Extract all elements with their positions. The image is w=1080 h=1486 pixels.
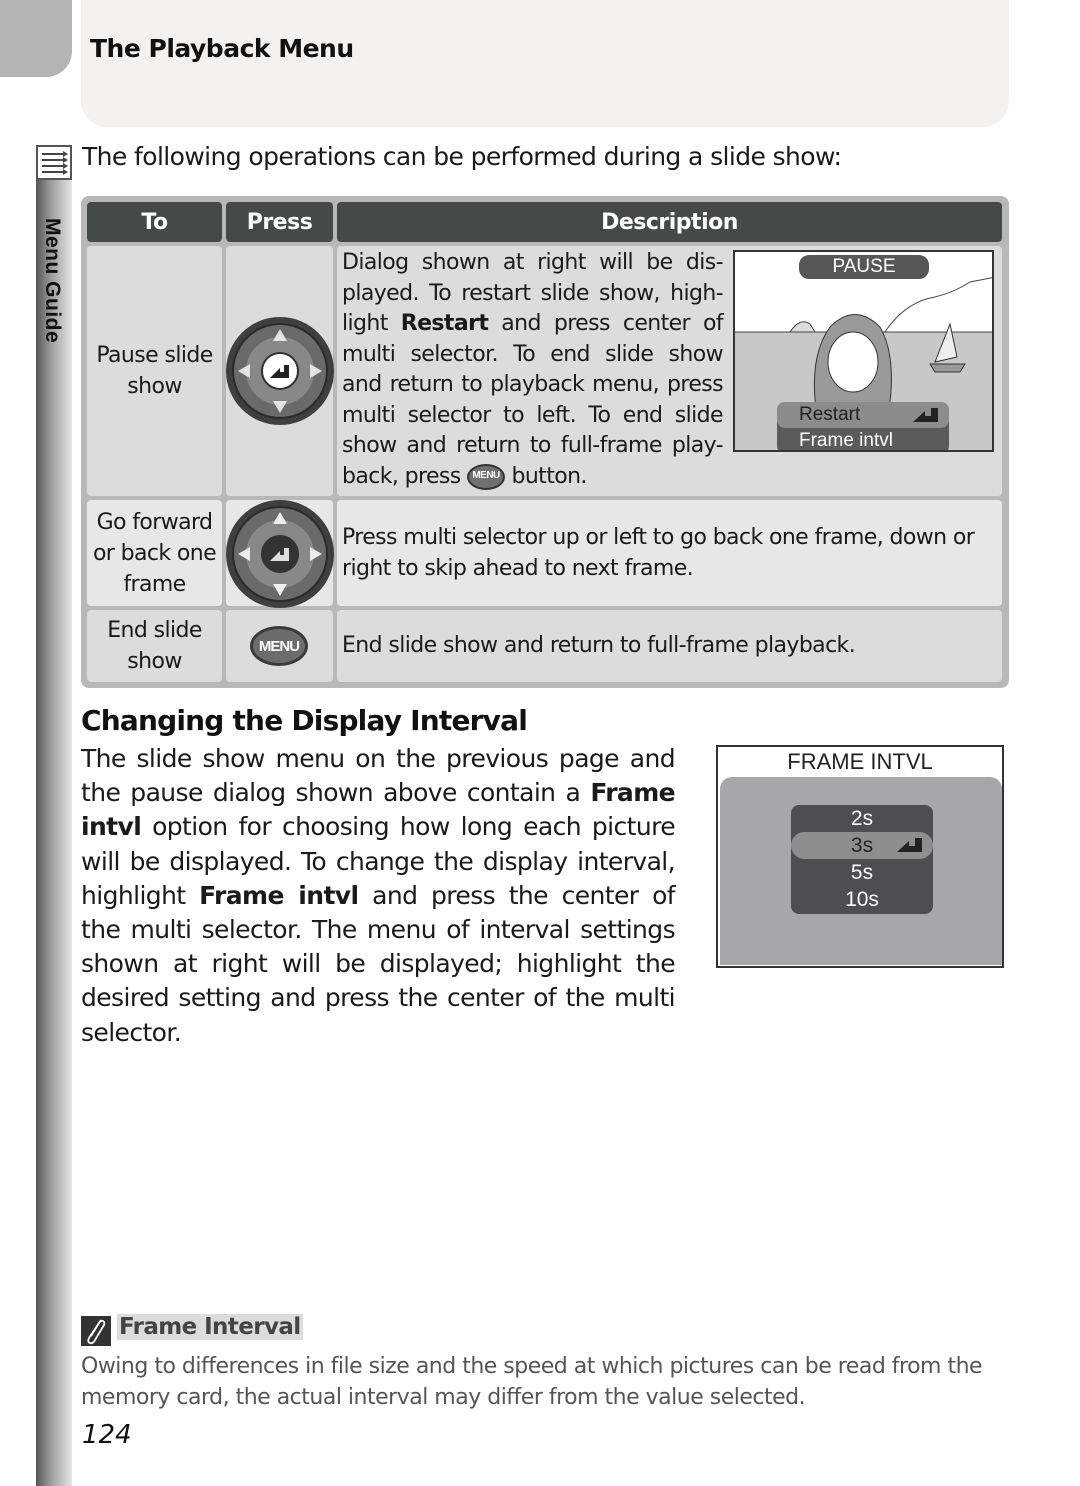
note-body: Owing to differences in file size and th…	[81, 1354, 983, 1410]
pause-dialog-illustration: PAUSE Restart Frame intvl	[733, 250, 994, 452]
page-corner-tab	[0, 0, 72, 77]
page-number: 124	[82, 1420, 132, 1450]
paperclip-icon	[81, 1316, 111, 1346]
pause-menu: Restart Frame intvl	[777, 402, 949, 450]
row-to-label: Pause slide show	[96, 343, 213, 399]
menu-button-icon: MENU	[467, 463, 506, 490]
side-strip	[36, 180, 72, 1486]
page-title: The Playback Menu	[90, 34, 354, 63]
intro-text: The following operations can be performe…	[82, 142, 842, 171]
ok-arrow-icon	[913, 408, 938, 422]
ok-arrow-icon	[897, 838, 922, 852]
menu-button-icon: MENU	[250, 626, 308, 666]
interval-menu-title: FRAME INTVL	[787, 749, 933, 774]
table-row-1-to: Pause slide show	[87, 246, 222, 496]
multi-selector-directions-icon	[226, 500, 334, 608]
interval-option[interactable]: 5s	[791, 859, 933, 886]
interval-option-selected[interactable]: 3s	[791, 832, 933, 859]
section-body: The slide show menu on the previous page…	[81, 744, 676, 1047]
table-row-3-press: MENU	[226, 610, 333, 682]
ok-arrow-icon	[270, 365, 289, 378]
row-description: Press multi selector up or left to go ba…	[342, 525, 975, 581]
header-band	[81, 0, 1009, 127]
side-tab-label: Menu Guide	[41, 218, 64, 344]
interval-options-list: 2s 3s 5s 10s	[791, 805, 933, 914]
table-row-2-to: Go forward or back one frame	[87, 500, 222, 606]
row-description: End slide show and return to full-frame …	[342, 633, 856, 658]
row-to-label: Go forward or back one frame	[92, 509, 217, 597]
column-header-description: Description	[337, 202, 1002, 242]
table-row-2-press	[226, 500, 334, 608]
table-row-2-description: Press multi selector up or left to go ba…	[337, 500, 1002, 606]
pause-menu-item-restart[interactable]: Restart	[777, 402, 949, 428]
multi-selector-center-icon	[226, 317, 334, 425]
interval-option[interactable]: 10s	[791, 886, 933, 913]
column-header-to: To	[87, 202, 222, 242]
column-header-press: Press	[226, 202, 333, 242]
row-description: Dialog shown at right will be dis-played…	[342, 250, 724, 490]
table-row-1-press	[226, 246, 334, 496]
row-to-label: End slide show	[107, 618, 202, 674]
interval-option[interactable]: 2s	[791, 805, 933, 832]
table-row-3-to: End slide show	[87, 610, 222, 682]
ok-arrow-icon	[270, 548, 289, 561]
frame-interval-menu-illustration: FRAME INTVL 2s 3s 5s 10s	[716, 745, 1004, 968]
note-title: Frame Interval	[117, 1314, 303, 1340]
pause-menu-item-frame-intvl[interactable]: Frame intvl	[777, 428, 949, 450]
table-row-3-description: End slide show and return to full-frame …	[337, 610, 1002, 682]
pause-badge: PAUSE	[799, 255, 929, 279]
section-title: Changing the Display Interval	[81, 704, 528, 737]
menu-list-icon	[36, 145, 72, 180]
